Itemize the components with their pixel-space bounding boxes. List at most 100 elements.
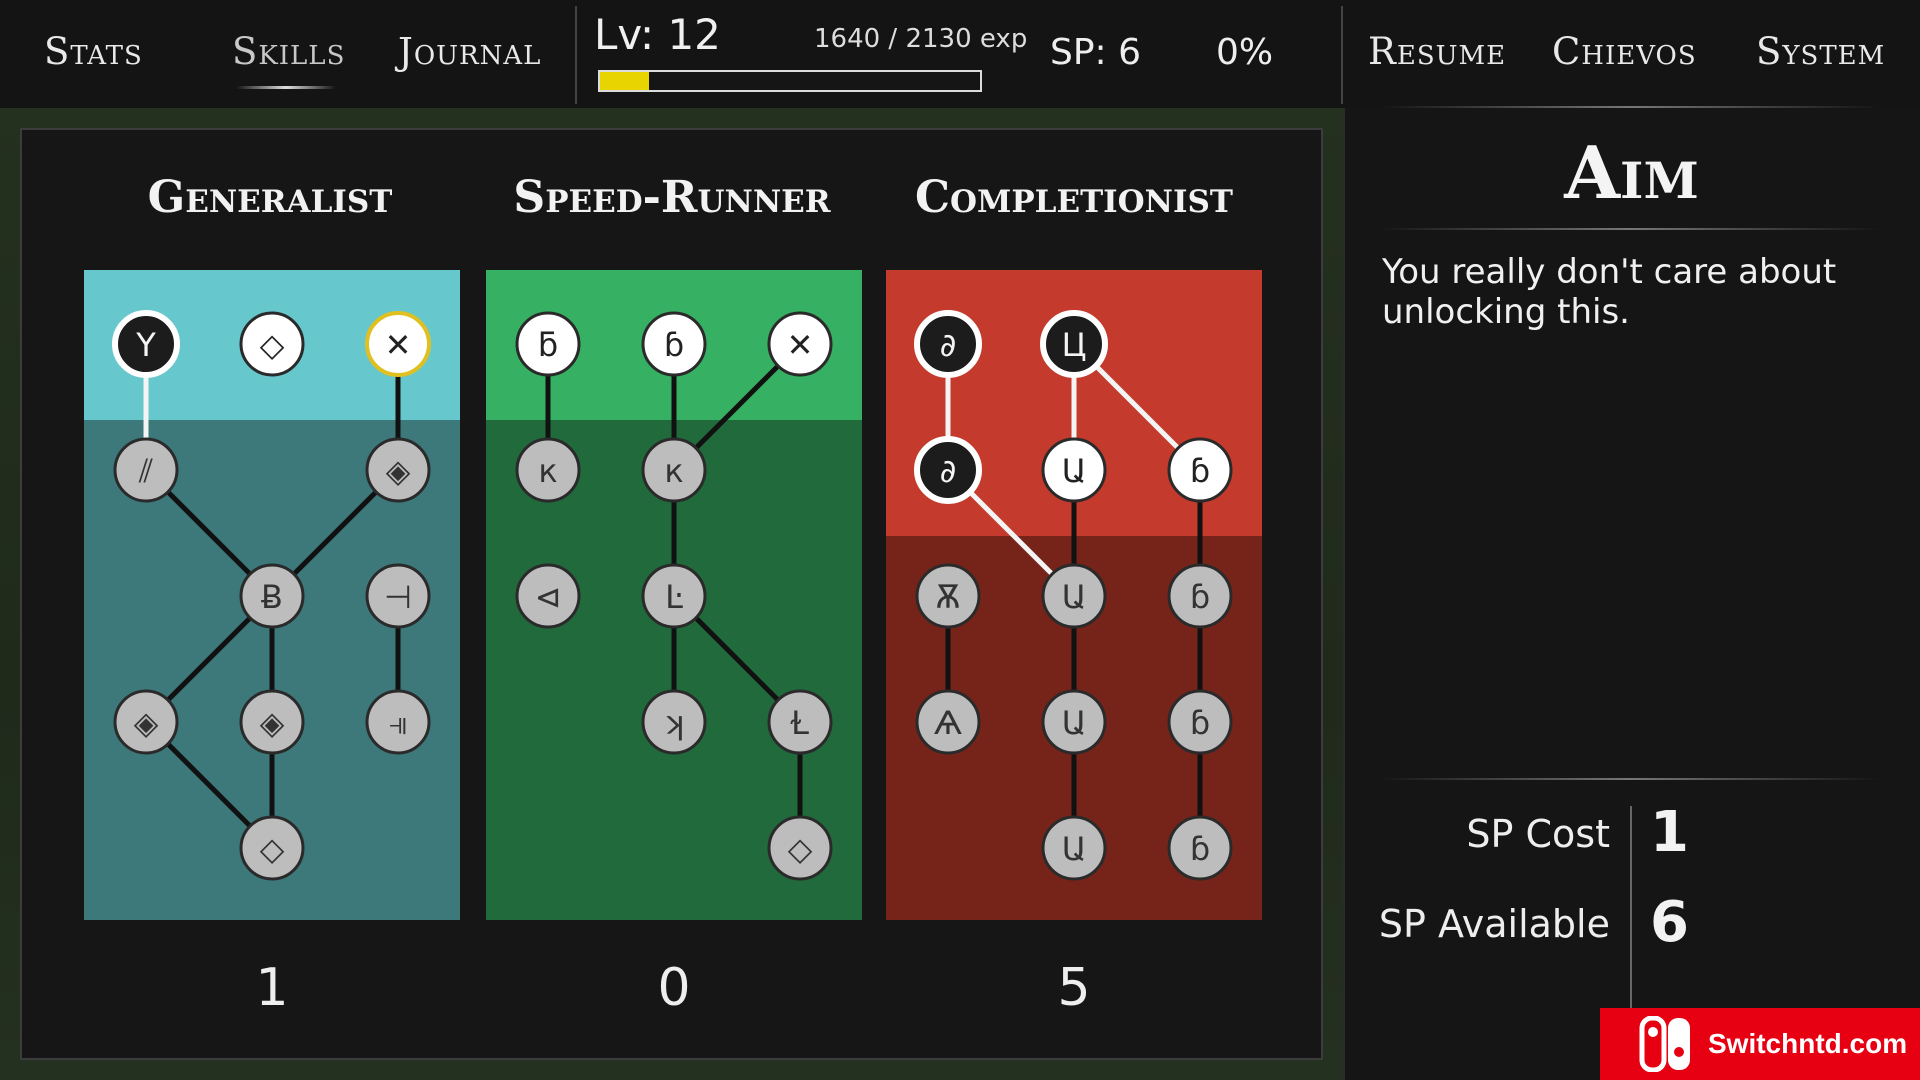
skill-node[interactable]: ✕ <box>365 311 431 377</box>
skill-node[interactable]: ◈ <box>113 689 179 755</box>
exp-label: 1640 / 2130 exp <box>814 24 1028 54</box>
skill-node[interactable]: ◈ <box>239 689 305 755</box>
skill-rune-icon: Ա <box>1062 704 1087 742</box>
skill-rune-icon: Ц <box>1062 326 1087 364</box>
skill-rune-icon: ʞ <box>663 704 684 742</box>
skill-description: You really don't care about unlocking th… <box>1382 252 1837 332</box>
tree-points-completionist: 5 <box>1057 958 1091 1018</box>
skill-rune-icon: Ƀ <box>261 578 283 616</box>
skill-node[interactable]: Ա <box>1041 689 1107 755</box>
skill-node[interactable]: Ѫ <box>915 563 981 629</box>
skill-node[interactable]: ʞ <box>641 689 707 755</box>
skill-rune-icon: к <box>664 452 683 490</box>
skill-node[interactable]: ◇ <box>239 815 305 881</box>
skill-node[interactable]: к <box>641 437 707 503</box>
tree-points-generalist: 1 <box>255 958 289 1018</box>
skill-rune-icon: ɓ <box>1190 704 1210 742</box>
skill-node[interactable]: ƃ <box>515 311 581 377</box>
skill-node[interactable]: ɓ <box>641 311 707 377</box>
skill-rune-icon: Ѫ <box>935 578 960 616</box>
tab-skills[interactable]: Skills <box>232 30 345 73</box>
skill-node[interactable]: ɓ <box>1167 815 1233 881</box>
skill-node[interactable]: Ա <box>1041 563 1107 629</box>
skill-node[interactable]: Ա <box>1041 437 1107 503</box>
skill-node[interactable]: к <box>515 437 581 503</box>
skill-node[interactable]: ⫽ <box>113 437 179 503</box>
skill-rune-icon: ⫣ <box>388 704 407 742</box>
skill-tree-completionist: ∂ Ц ∂ Աɓ Ѫ Աɓ Ѧ Աɓ Աɓ <box>886 270 1262 920</box>
skill-rune-icon: ◈ <box>386 452 411 490</box>
skill-node[interactable]: ɓ <box>1167 689 1233 755</box>
skill-node[interactable]: ⊣ <box>365 563 431 629</box>
completion-percent: 0% <box>1216 32 1274 73</box>
divider <box>1380 228 1880 230</box>
skill-node[interactable]: ⊲ <box>515 563 581 629</box>
xp-progress-bar <box>598 70 982 92</box>
divider <box>1341 6 1343 104</box>
watermark-text: Switchntd.com <box>1708 1028 1908 1059</box>
xp-progress-fill <box>600 72 650 90</box>
skill-rune-icon: Ա <box>1062 830 1087 868</box>
skill-node[interactable]: ɓ <box>1167 563 1233 629</box>
tab-stats[interactable]: Stats <box>44 30 143 73</box>
skill-rune-icon: ⊣ <box>384 578 412 616</box>
tree-title-generalist: Generalist <box>147 172 393 223</box>
skill-rune-icon: ⊲ <box>535 578 562 616</box>
skill-node[interactable]: ◇ <box>239 311 305 377</box>
skill-rune-icon: Ա <box>1062 452 1087 490</box>
skill-node[interactable]: ɓ <box>1167 437 1233 503</box>
tree-title-completionist: Completionist <box>915 172 1233 223</box>
skill-node[interactable]: ⫣ <box>365 689 431 755</box>
skill-rune-icon: ƃ <box>538 326 558 364</box>
tab-system[interactable]: System <box>1756 30 1885 73</box>
active-tab-underline <box>236 86 336 89</box>
skill-rune-icon: ɓ <box>1190 830 1210 868</box>
skill-tree-graph: ƃ ɓ ✕ к к ⊲ Ŀʞ Ɫ ◇ <box>486 270 862 920</box>
watermark-badge: Switchntd.com <box>1600 1008 1920 1080</box>
skill-rune-icon: Ա <box>1062 578 1087 616</box>
skill-tree-speed-runner: ƃ ɓ ✕ к к ⊲ Ŀʞ Ɫ ◇ <box>486 270 862 920</box>
sp-available-value: 6 <box>1650 890 1689 955</box>
divider <box>1630 806 1632 1012</box>
skill-node[interactable]: Ƀ <box>239 563 305 629</box>
skill-node[interactable]: Ѧ <box>915 689 981 755</box>
skill-rune-icon: Y <box>135 326 156 364</box>
skill-title: Aim <box>1564 130 1699 215</box>
skill-rune-icon: ⫽ <box>138 452 153 490</box>
skill-rune-icon: Ѧ <box>934 704 962 742</box>
skill-rune-icon: ✕ <box>787 326 814 364</box>
skill-node[interactable]: Ц <box>1040 310 1108 378</box>
tab-journal[interactable]: Journal <box>398 30 541 73</box>
skill-rune-icon: ɓ <box>1190 578 1210 616</box>
skill-node[interactable]: Ա <box>1041 815 1107 881</box>
skill-rune-icon: к <box>538 452 557 490</box>
tree-points-speed-runner: 0 <box>657 958 691 1018</box>
skill-node[interactable]: ◇ <box>767 815 833 881</box>
sp-cost-value: 1 <box>1650 800 1689 865</box>
skill-node[interactable]: Y <box>112 310 180 378</box>
skill-rune-icon: ✕ <box>385 326 412 364</box>
tab-chievos[interactable]: Chievos <box>1552 30 1697 73</box>
skill-node[interactable]: ∂ <box>914 436 982 504</box>
skill-rune-icon: Ŀ <box>665 578 683 616</box>
skill-tree-graph: Y ◇ ✕ ⫽ ◈ Ƀ ⊣ ◈ ◈ ⫣ ◇ <box>84 270 460 920</box>
skill-rune-icon: ◇ <box>788 830 813 868</box>
sp-cost-label: SP Cost <box>1466 812 1610 856</box>
divider <box>1380 106 1880 108</box>
skill-node[interactable]: ∂ <box>914 310 982 378</box>
skill-node[interactable]: Ŀ <box>641 563 707 629</box>
skill-node[interactable]: ✕ <box>767 311 833 377</box>
skill-tree-graph: ∂ Ц ∂ Աɓ Ѫ Աɓ Ѧ Աɓ Ա ɓ <box>886 270 1262 920</box>
skill-node[interactable]: Ɫ <box>767 689 833 755</box>
skill-tree-generalist: Y ◇ ✕ ⫽ ◈ Ƀ ⊣ ◈ ◈ ⫣ ◇ <box>84 270 460 920</box>
skill-rune-icon: ∂ <box>940 326 957 364</box>
tree-title-speed-runner: Speed-Runner <box>513 172 831 223</box>
sp-available-label: SP Available <box>1378 902 1610 946</box>
tab-resume[interactable]: Resume <box>1368 30 1506 73</box>
switch-logo-icon <box>1638 1015 1694 1073</box>
skill-rune-icon: Ɫ <box>790 704 809 742</box>
sp-counter: SP: 6 <box>1050 32 1142 73</box>
skill-rune-icon: ◈ <box>260 704 285 742</box>
divider <box>1380 778 1880 780</box>
skill-node[interactable]: ◈ <box>365 437 431 503</box>
